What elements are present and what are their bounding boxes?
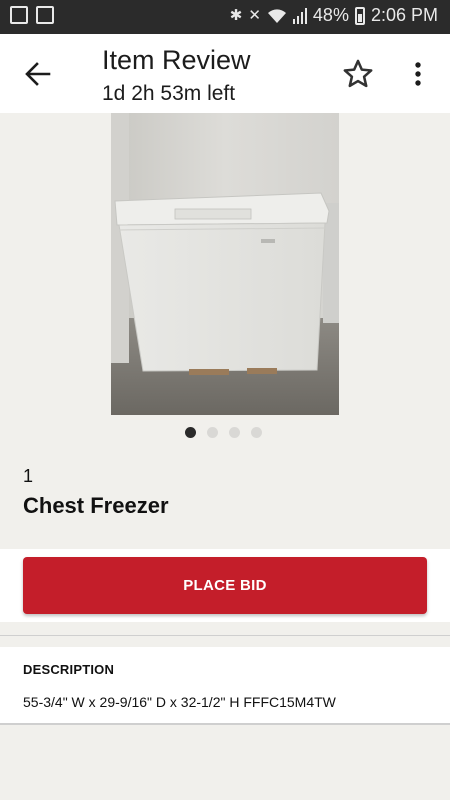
status-bar: ✱ ✕ 48% 2:06 PM <box>0 0 450 34</box>
description-text: 55-3/4" W x 29-9/16" D x 32-1/2" H FFFC1… <box>23 694 336 710</box>
image-pager <box>185 427 262 438</box>
description-panel: DESCRIPTION 55-3/4" W x 29-9/16" D x 32-… <box>0 647 450 724</box>
favorite-button[interactable] <box>338 54 378 94</box>
page-title: Item Review <box>102 45 251 75</box>
back-button[interactable] <box>18 54 58 94</box>
battery-icon <box>354 6 365 25</box>
divider <box>0 635 450 636</box>
description-heading: DESCRIPTION <box>23 662 115 677</box>
lot-number: 1 <box>23 466 34 486</box>
pager-dot[interactable] <box>185 427 196 438</box>
star-outline-icon <box>343 59 373 88</box>
item-name: Chest Freezer <box>23 493 169 518</box>
bid-panel: PLACE BID <box>0 549 450 622</box>
time-left: 1d 2h 53m left <box>102 82 236 105</box>
overflow-menu-button[interactable] <box>402 54 434 94</box>
divider <box>0 723 450 725</box>
wifi-icon <box>267 8 286 23</box>
arrow-left-icon <box>25 62 51 86</box>
status-bar-notifications <box>10 6 54 24</box>
status-bar-system: ✱ ✕ 48% 2:06 PM <box>230 5 438 26</box>
battery-percent: 48% <box>312 5 349 25</box>
chest-freezer-image <box>111 113 339 415</box>
more-vertical-icon <box>415 62 421 86</box>
item-photo[interactable] <box>111 113 339 415</box>
pager-dot[interactable] <box>229 427 240 438</box>
app-bar: Item Review 1d 2h 53m left <box>0 34 450 113</box>
bluetooth-icon: ✱ <box>229 6 243 24</box>
image-icon <box>10 6 28 24</box>
mute-icon: ✕ <box>248 6 261 24</box>
signal-icon <box>292 7 307 24</box>
pager-dot[interactable] <box>251 427 262 438</box>
status-time: 2:06 PM <box>370 5 438 25</box>
place-bid-button[interactable]: PLACE BID <box>23 557 427 614</box>
pager-dot[interactable] <box>207 427 218 438</box>
file-sync-icon <box>36 6 54 24</box>
